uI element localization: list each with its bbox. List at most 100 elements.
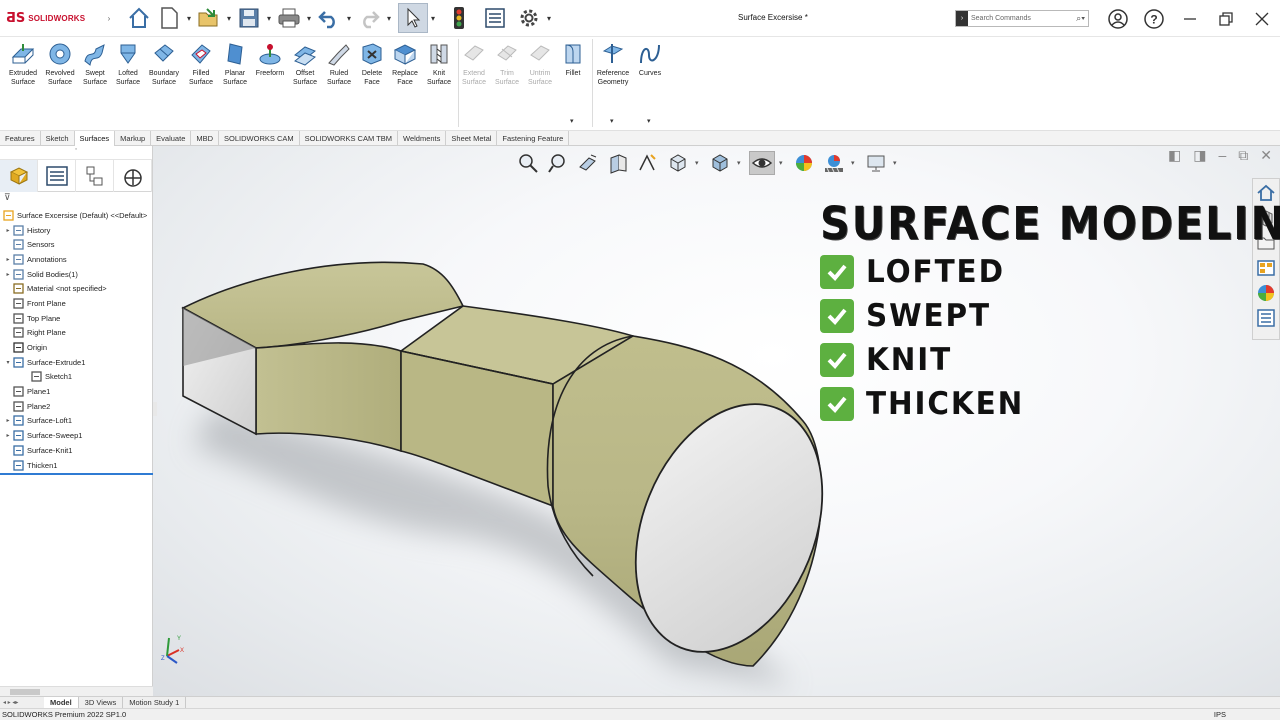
help-button[interactable]: ? xyxy=(1136,0,1172,37)
tree-item[interactable]: Surface Excersise (Default) <<Default> xyxy=(0,208,153,223)
revolved-surface-button[interactable]: Revolved Surface xyxy=(43,41,77,87)
lofted-surface-button[interactable]: Lofted Surface xyxy=(111,41,145,87)
display-style-button[interactable] xyxy=(707,151,733,175)
reference-geometry-button[interactable]: Reference Geometry xyxy=(596,41,630,87)
save-dropdown-icon[interactable]: ▾ xyxy=(264,3,274,33)
search-icon[interactable]: ⌕▾ xyxy=(1076,13,1085,24)
save-button[interactable] xyxy=(234,3,264,33)
tab-solidworks-cam-tbm[interactable]: SOLIDWORKS CAM TBM xyxy=(300,131,398,146)
expand-toggle-icon[interactable]: ▸ xyxy=(4,432,12,439)
tab-3d-views[interactable]: 3D Views xyxy=(79,696,124,709)
tab-features[interactable]: Features xyxy=(0,131,41,146)
options-button[interactable] xyxy=(514,3,544,33)
tree-item[interactable]: Thicken1 xyxy=(0,458,153,473)
freeform-button[interactable]: Freeform xyxy=(253,41,287,79)
tab-surfaces[interactable]: Surfaces xyxy=(74,131,116,146)
apply-scene-button[interactable] xyxy=(821,151,847,175)
undo-dropdown-icon[interactable]: ▾ xyxy=(344,3,354,33)
select-dropdown-icon[interactable]: ▾ xyxy=(428,3,438,33)
tree-item[interactable]: Sensors xyxy=(0,237,153,252)
tab-mbd[interactable]: MBD xyxy=(191,131,220,146)
tree-item[interactable]: Surface-Knit1 xyxy=(0,443,153,458)
edit-appearance-button[interactable] xyxy=(791,151,817,175)
view-settings-dropdown-icon[interactable]: ▾ xyxy=(893,159,901,167)
viewport-minimize-icon[interactable]: – xyxy=(1218,147,1226,163)
tab-sheet-metal[interactable]: Sheet Metal xyxy=(446,131,498,146)
tab-fastening-feature[interactable]: Fastening Feature xyxy=(497,131,570,146)
print-dropdown-icon[interactable]: ▾ xyxy=(304,3,314,33)
tree-item[interactable]: Right Plane xyxy=(0,326,153,341)
new-document-button[interactable] xyxy=(154,3,184,33)
view-orientation-button[interactable] xyxy=(665,151,691,175)
filter-icon[interactable]: ⊽ xyxy=(0,192,152,207)
rollback-bar[interactable] xyxy=(0,473,153,475)
expand-toggle-icon[interactable]: ▸ xyxy=(4,256,12,263)
untrim-surface-button[interactable]: Untrim Surface xyxy=(523,41,557,87)
tree-item[interactable]: Front Plane xyxy=(0,296,153,311)
tree-item[interactable]: Sketch1 xyxy=(0,370,153,385)
panel-scrollbar[interactable] xyxy=(0,686,153,696)
tab-model[interactable]: Model xyxy=(44,696,79,709)
tab-property-manager[interactable] xyxy=(38,159,76,192)
replace-face-button[interactable]: Replace Face xyxy=(388,41,422,87)
tree-item[interactable]: Top Plane xyxy=(0,311,153,326)
view-orientation-dropdown-icon[interactable]: ▾ xyxy=(695,159,703,167)
tree-item[interactable]: ▸ History xyxy=(0,223,153,238)
zoom-to-fit-button[interactable] xyxy=(515,151,541,175)
file-properties-button[interactable] xyxy=(480,3,510,33)
filled-surface-button[interactable]: Filled Surface xyxy=(184,41,218,87)
zoom-to-area-button[interactable] xyxy=(545,151,571,175)
tree-item[interactable]: ▾ Surface-Extrude1 xyxy=(0,355,153,370)
expand-toggle-icon[interactable]: ▸ xyxy=(4,417,12,424)
search-commands-input[interactable]: › Search Commands ⌕▾ xyxy=(955,10,1089,27)
curves-dropdown-icon[interactable]: ▾ xyxy=(647,117,651,125)
open-dropdown-icon[interactable]: ▾ xyxy=(224,3,234,33)
account-button[interactable] xyxy=(1100,0,1136,37)
expand-toggle-icon[interactable]: ▾ xyxy=(4,359,12,366)
viewport-close-icon[interactable]: ✕ xyxy=(1260,147,1272,164)
hide-show-dropdown-icon[interactable]: ▾ xyxy=(779,159,787,167)
trim-surface-button[interactable]: Trim Surface xyxy=(490,41,524,87)
tab-scroll-arrows[interactable]: ◂ ▸ ◂▸ xyxy=(0,697,44,709)
boundary-surface-button[interactable]: Boundary Surface xyxy=(147,41,181,87)
restore-button[interactable] xyxy=(1208,0,1244,37)
tree-item[interactable]: ▸ Annotations xyxy=(0,252,153,267)
ruled-surface-button[interactable]: Ruled Surface xyxy=(322,41,356,87)
reference-geometry-dropdown-icon[interactable]: ▾ xyxy=(610,117,614,125)
hide-show-items-button[interactable] xyxy=(749,151,775,175)
tab-configuration-manager[interactable] xyxy=(76,159,114,192)
unit-system-indicator[interactable]: IPS xyxy=(1214,709,1226,720)
tree-item[interactable]: ▸ Surface-Loft1 xyxy=(0,414,153,429)
view-settings-button[interactable] xyxy=(863,151,889,175)
new-dropdown-icon[interactable]: ▾ xyxy=(184,3,194,33)
tile-right-icon[interactable]: ◨ xyxy=(1193,147,1206,164)
rebuild-button[interactable] xyxy=(444,3,474,33)
tab-motion-study-1[interactable]: Motion Study 1 xyxy=(123,696,187,709)
select-button[interactable] xyxy=(398,3,428,33)
tree-item[interactable]: Plane1 xyxy=(0,384,153,399)
fillet-dropdown-icon[interactable]: ▾ xyxy=(570,117,574,125)
undo-button[interactable] xyxy=(314,3,344,33)
open-button[interactable] xyxy=(194,3,224,33)
tile-left-icon[interactable]: ◧ xyxy=(1168,147,1181,164)
tree-item[interactable]: Origin xyxy=(0,340,153,355)
minimize-button[interactable] xyxy=(1172,0,1208,37)
solidworks-logo[interactable]: ƋS SOLIDWORKS xyxy=(0,0,94,37)
extruded-surface-button[interactable]: Extruded Surface xyxy=(6,41,40,87)
offset-surface-button[interactable]: Offset Surface xyxy=(288,41,322,87)
tab-evaluate[interactable]: Evaluate xyxy=(151,131,192,146)
home-button[interactable] xyxy=(124,3,154,33)
tab-weldments[interactable]: Weldments xyxy=(398,131,447,146)
reference-triad-icon[interactable]: Y X Z xyxy=(159,630,185,666)
curves-button[interactable]: Curves xyxy=(633,41,667,79)
panel-collapse-handle[interactable]: ◦ xyxy=(0,146,152,160)
expand-toggle-icon[interactable]: ▸ xyxy=(4,271,12,278)
tab-markup[interactable]: Markup xyxy=(115,131,152,146)
options-dropdown-icon[interactable]: ▾ xyxy=(544,3,554,33)
tab-sketch[interactable]: Sketch xyxy=(41,131,75,146)
graphics-area[interactable]: ▾ ▾ ▾ ▾ ▾ ◧ ◨ – ⧉ ✕ SURFACE MODELING LOF… xyxy=(153,146,1280,696)
apply-scene-dropdown-icon[interactable]: ▾ xyxy=(851,159,859,167)
swept-surface-button[interactable]: Swept Surface xyxy=(78,41,112,87)
tree-item[interactable]: ▸ Solid Bodies(1) xyxy=(0,267,153,282)
extend-surface-button[interactable]: Extend Surface xyxy=(457,41,491,87)
